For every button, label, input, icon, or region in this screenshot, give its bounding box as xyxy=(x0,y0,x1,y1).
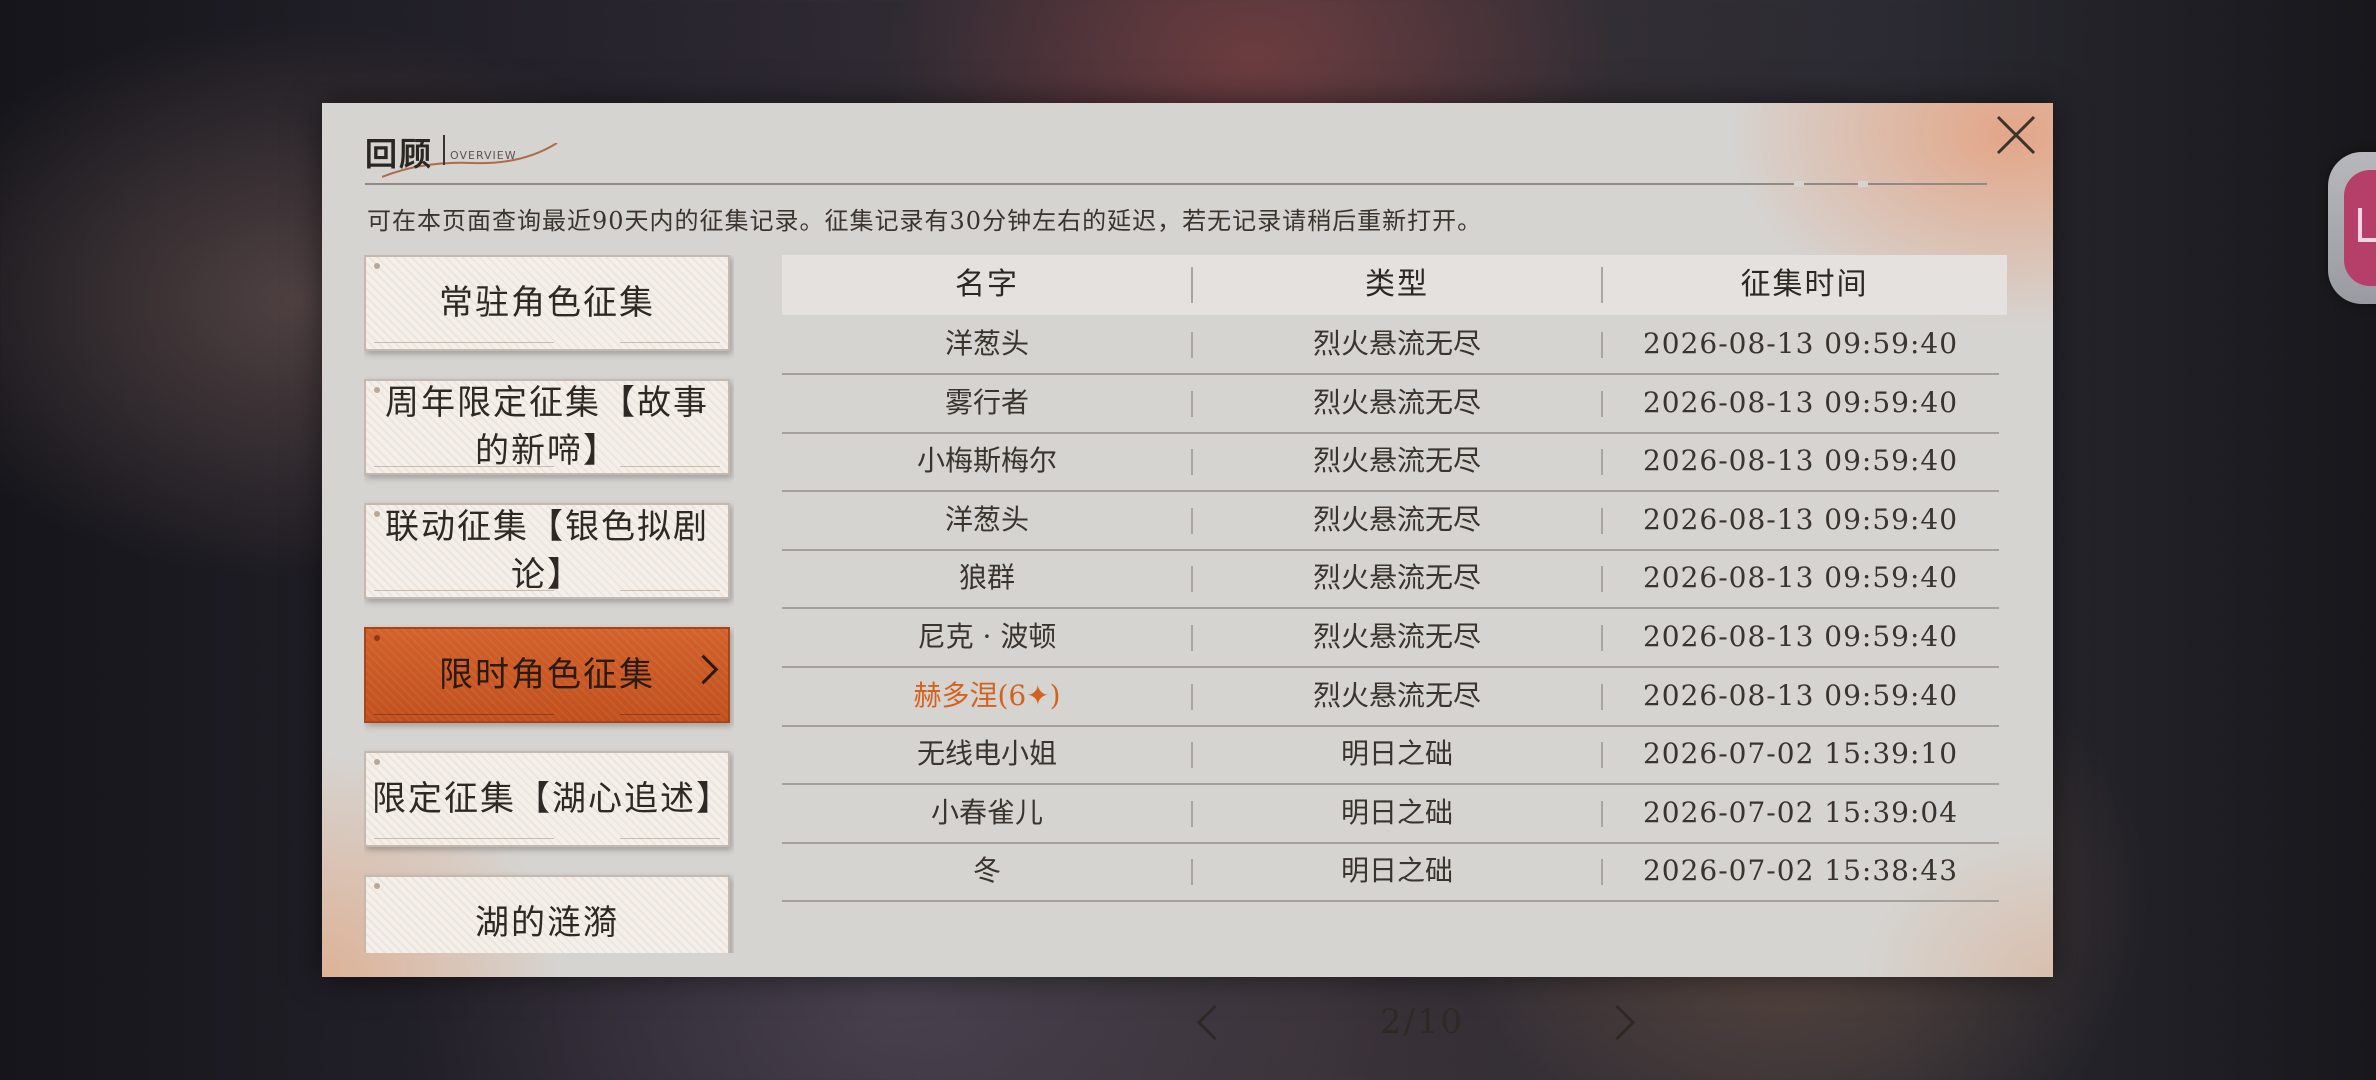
cell-type: 明日之础 xyxy=(1340,737,1453,771)
table-row: 小梅斯梅尔 烈火悬流无尽 2026-08-13 09:59:40 xyxy=(782,432,1999,493)
pagination: 2/10 xyxy=(782,1002,2007,1052)
cell-name: 冬 xyxy=(972,854,1001,888)
prev-page-icon[interactable] xyxy=(1196,1004,1233,1041)
cell-name: 洋葱头 xyxy=(944,327,1029,360)
category-tab[interactable]: 周年限定征集【故事的新啼】 xyxy=(364,379,730,475)
category-label: 常驻角色征集 xyxy=(439,283,655,323)
panel-title: 回顾 xyxy=(365,135,434,173)
category-tab[interactable]: 常驻角色征集 xyxy=(364,255,730,351)
cell-time: 2026-07-02 15:39:04 xyxy=(1642,795,1959,829)
overview-panel: 回顾 OVERVIEW 可在本页面查询最近90天内的征集记录。征集记录有30分钟… xyxy=(322,103,2053,1042)
notice-text: 可在本页面查询最近90天内的征集记录。征集记录有30分钟左右的延迟，若无记录请稍… xyxy=(367,207,1483,235)
category-label: 限定征集【湖心追述】 xyxy=(372,779,732,819)
category-tab-active[interactable]: 限时角色征集 xyxy=(364,627,730,723)
cell-name: 洋葱头 xyxy=(944,502,1029,536)
cell-type: 烈火悬流无尽 xyxy=(1312,561,1481,595)
header-gap xyxy=(1858,181,1868,187)
cell-type: 烈火悬流无尽 xyxy=(1312,620,1481,653)
next-page-icon[interactable] xyxy=(1599,1004,1636,1041)
cell-type: 烈火悬流无尽 xyxy=(1312,502,1481,536)
tab-decoration xyxy=(620,714,720,715)
close-icon[interactable] xyxy=(1990,109,2042,161)
cell-name: 小梅斯梅尔 xyxy=(916,444,1057,478)
header-divider xyxy=(365,183,1987,185)
title-divider xyxy=(443,135,445,165)
category-tab[interactable]: 联动征集【银色拟剧论】 xyxy=(364,503,730,599)
tab-decoration xyxy=(620,342,720,343)
tab-decoration xyxy=(374,714,554,715)
side-tab[interactable] xyxy=(2328,152,2376,304)
table-header: 名字 类型 征集时间 xyxy=(782,255,2007,315)
page-indicator: 2/10 xyxy=(1379,1002,1465,1042)
column-header-time: 征集时间 xyxy=(1740,267,1869,302)
cell-name: 赫多涅(6✦) xyxy=(913,678,1061,712)
cell-time: 2026-08-13 09:59:40 xyxy=(1642,444,1959,478)
category-label: 限时角色征集 xyxy=(439,655,655,695)
table-row: 狼群 烈火悬流无尽 2026-08-13 09:59:40 xyxy=(782,549,1999,610)
cell-time: 2026-07-02 15:38:43 xyxy=(1642,854,1959,888)
column-header-type: 类型 xyxy=(1365,267,1429,302)
tab-decoration xyxy=(620,590,720,591)
cell-type: 明日之础 xyxy=(1340,795,1453,829)
side-tab-icon xyxy=(2344,170,2376,286)
cell-name: 无线电小姐 xyxy=(916,737,1057,771)
cell-time: 2026-08-13 09:59:40 xyxy=(1642,678,1959,712)
cell-time: 2026-08-13 09:59:40 xyxy=(1642,620,1959,653)
cell-type: 明日之础 xyxy=(1340,854,1453,888)
cell-type: 烈火悬流无尽 xyxy=(1312,444,1481,478)
tab-decoration xyxy=(374,342,554,343)
category-tab[interactable]: 限定征集【湖心追述】 xyxy=(364,751,730,847)
category-tab[interactable]: 湖的涟漪 xyxy=(364,875,730,953)
cell-time: 2026-08-13 09:59:40 xyxy=(1642,385,1959,419)
cell-type: 烈火悬流无尽 xyxy=(1312,385,1481,419)
cell-type: 烈火悬流无尽 xyxy=(1312,327,1481,360)
table-row: 尼克 · 波顿 烈火悬流无尽 2026-08-13 09:59:40 xyxy=(782,608,1999,668)
category-label: 湖的涟漪 xyxy=(475,903,619,943)
cell-name: 小春雀儿 xyxy=(930,795,1043,829)
tab-decoration xyxy=(374,590,554,591)
cell-name: 尼克 · 波顿 xyxy=(917,620,1057,653)
tab-decoration xyxy=(620,466,720,467)
tab-decoration xyxy=(620,838,720,839)
table-row: 赫多涅(6✦) 烈火悬流无尽 2026-08-13 09:59:40 xyxy=(782,667,1999,727)
header-gap xyxy=(1794,181,1804,187)
table-row: 无线电小姐 明日之础 2026-07-02 15:39:10 xyxy=(782,725,1999,786)
table-row: 雾行者 烈火悬流无尽 2026-08-13 09:59:40 xyxy=(782,374,1999,434)
cell-time: 2026-08-13 09:59:40 xyxy=(1642,561,1959,595)
panel-subtitle: OVERVIEW xyxy=(450,149,517,162)
category-label: 周年限定征集【故事的新啼】 xyxy=(385,383,709,471)
table-row: 洋葱头 烈火悬流无尽 2026-08-13 09:59:40 xyxy=(782,315,1999,375)
cell-type: 烈火悬流无尽 xyxy=(1312,678,1481,712)
category-label: 联动征集【银色拟剧论】 xyxy=(385,507,709,595)
cell-time: 2026-08-13 09:59:40 xyxy=(1642,502,1959,536)
table-row: 洋葱头 烈火悬流无尽 2026-08-13 09:59:40 xyxy=(782,491,1999,551)
cell-time: 2026-07-02 15:39:10 xyxy=(1642,737,1959,771)
table-row: 冬 明日之础 2026-07-02 15:38:43 xyxy=(782,842,1999,903)
column-header-name: 名字 xyxy=(955,267,1019,302)
cell-time: 2026-08-13 09:59:40 xyxy=(1642,327,1959,360)
table-row: 小春雀儿 明日之础 2026-07-02 15:39:04 xyxy=(782,784,1999,844)
tab-decoration xyxy=(374,466,554,467)
tab-decoration xyxy=(374,838,554,839)
cell-name: 狼群 xyxy=(958,561,1015,595)
category-list[interactable]: 常驻角色征集 周年限定征集【故事的新啼】 联动征集【银色拟剧论】 限时角色征集 … xyxy=(364,255,734,953)
cell-name: 雾行者 xyxy=(944,385,1029,419)
